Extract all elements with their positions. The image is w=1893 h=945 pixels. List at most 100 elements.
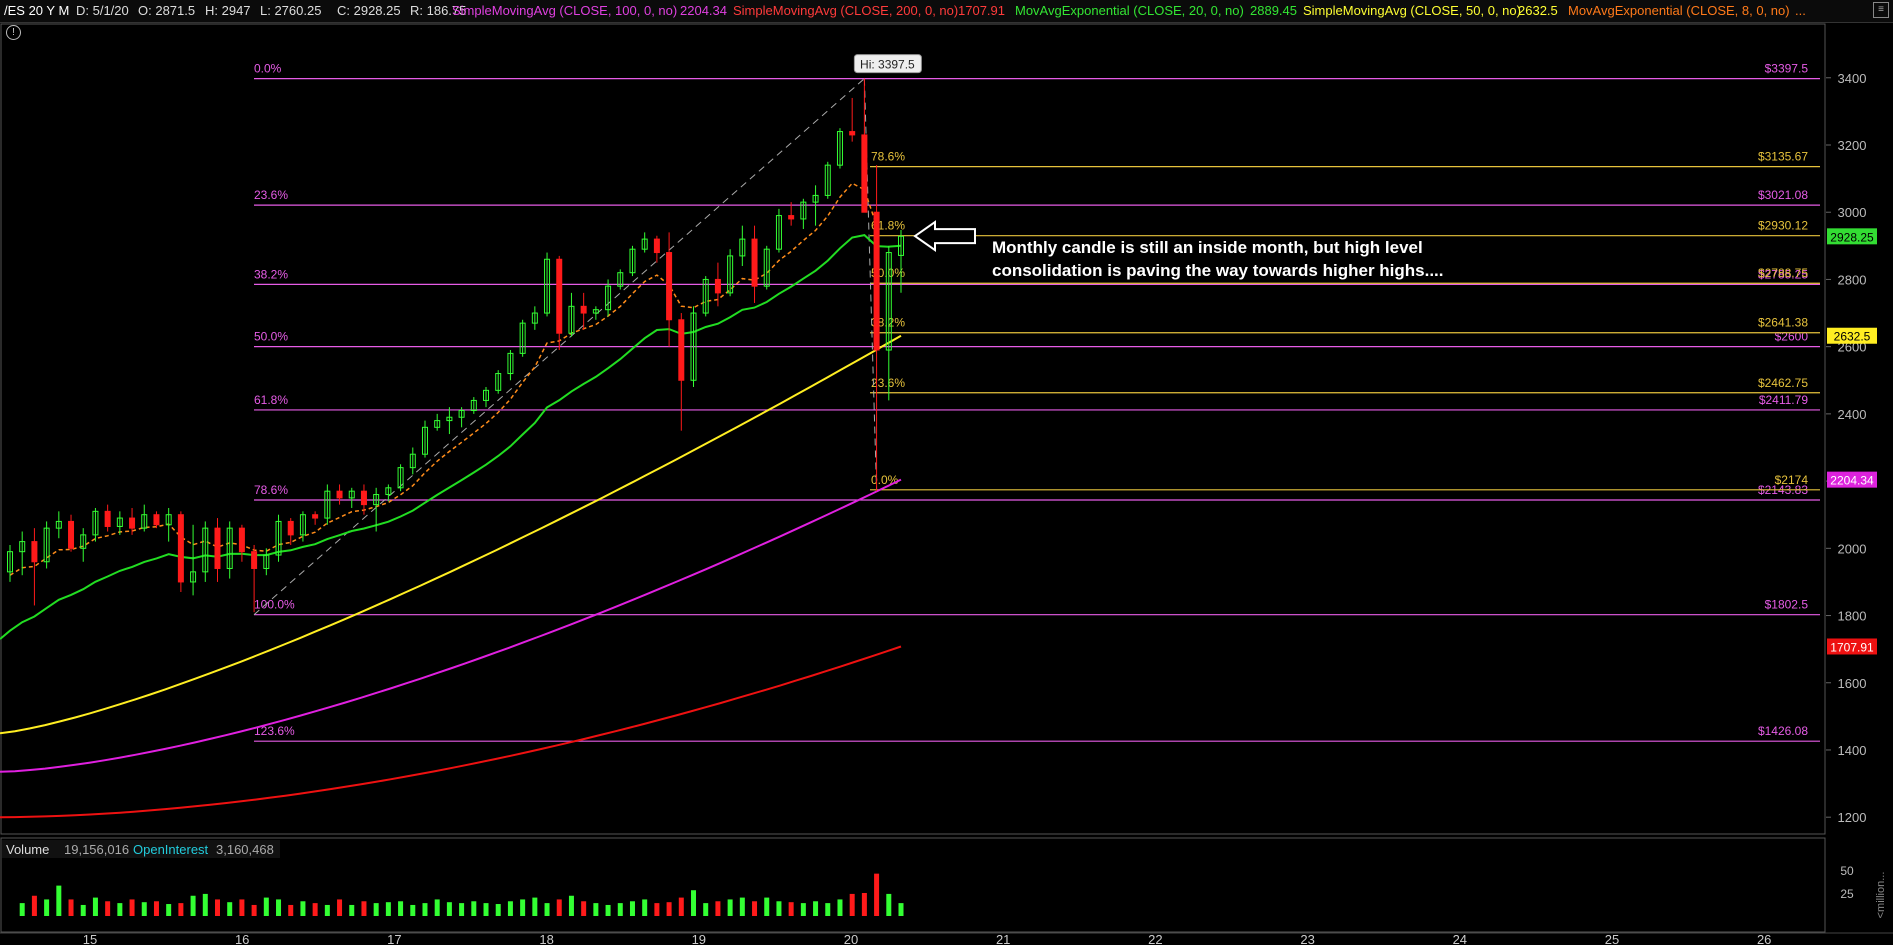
volume-bar [593,903,599,916]
fib-price-label: $1426.08 [1758,724,1808,738]
volume-bar [129,899,135,916]
candle-body [104,510,111,527]
price-tag-label: 1707.91 [1830,640,1874,654]
y-tick-label: 2400 [1838,407,1867,422]
volume-axis-label: <million... [1875,872,1887,919]
volume-bar [153,901,159,916]
x-tick-label: 15 [83,932,97,945]
volume-bar [654,903,660,916]
volume-value: 19,156,016 [64,842,129,857]
annotation-line-2: consolidation is paving the way towards … [992,261,1444,280]
fib-price-label: $2600 [1775,330,1809,344]
y-tick-label: 3000 [1838,205,1867,220]
fib-price-label: $2930.12 [1758,219,1808,233]
candle-body [714,278,721,294]
volume-bar [886,893,892,916]
price-tag-label: 2632.5 [1834,330,1871,344]
volume-bar [68,899,74,916]
y-tick-label: 3200 [1838,138,1867,153]
volume-bar [715,901,721,916]
fib-price-label: $3135.67 [1758,150,1808,164]
x-tick-label: 21 [996,932,1010,945]
volume-bar [92,897,98,916]
high-label: Hi: 3397.5 [860,58,915,72]
volume-bar [56,885,62,916]
volume-bar [849,893,855,916]
volume-bar [117,903,123,916]
fib-pct-label: 61.8% [254,393,288,407]
fib-price-label: $3021.08 [1758,188,1808,202]
y-tick-label: 1400 [1838,743,1867,758]
volume-bar [800,903,806,916]
fib-price-label: $2788.75 [1758,266,1808,280]
candle-body [861,134,868,213]
fib-pct-label: 38.2% [254,267,288,281]
y-tick-label: 1600 [1838,676,1867,691]
price-chart[interactable]: 1200140016001800200022002400260028003000… [0,0,1893,945]
volume-bar [788,902,794,916]
volume-bar [239,899,245,916]
volume-bar [752,901,758,916]
x-tick-label: 24 [1453,932,1467,945]
volume-bar [422,903,428,916]
volume-bar [410,904,416,916]
open-interest-label: OpenInterest [133,842,209,857]
volume-bar [202,893,208,916]
volume-bar [263,897,269,916]
candle-body [873,211,880,351]
candle-body [177,514,184,583]
volume-bar [495,904,501,916]
volume-bar [44,899,50,916]
candle-body [849,131,856,136]
volume-bar [629,901,635,916]
ema20-line [0,234,902,640]
fib-price-label: $3397.5 [1765,62,1809,76]
x-tick-label: 19 [692,932,706,945]
fib-pct-label: 23.6% [254,188,288,202]
fib-pct-label: 78.6% [871,150,905,164]
volume-y-tick: 25 [1840,887,1854,901]
x-tick-label: 20 [844,932,858,945]
price-tag-label: 2928.25 [1830,230,1874,244]
annotation-line-1: Monthly candle is still an inside month,… [992,238,1423,257]
sma50-line [0,334,902,735]
volume-bar [507,901,513,916]
candle-body [129,517,136,529]
candle-body [287,520,294,536]
fib-pct-label: 0.0% [254,62,282,76]
candle-body [214,527,221,569]
candle-body [556,258,563,334]
volume-bar [178,903,184,916]
y-tick-label: 2800 [1838,272,1867,287]
fib-price-label: $2641.38 [1758,316,1808,330]
price-panel-frame [0,23,1826,835]
sma100-line [0,478,902,773]
volume-bar [813,901,819,916]
candle-body [653,238,660,254]
x-tick-label: 17 [387,932,401,945]
volume-bar [385,902,391,916]
fib-price-label: $2411.79 [1759,393,1808,407]
volume-bar [776,901,782,916]
volume-bar [739,897,745,916]
volume-bar [105,901,111,916]
volume-bar [276,899,282,916]
candle-body [31,541,38,563]
fib-pct-label: 78.6% [254,483,288,497]
volume-bar [483,903,489,916]
volume-label: Volume [6,842,49,857]
volume-bar [337,899,343,916]
volume-bar [300,901,306,916]
open-interest-value: 3,160,468 [216,842,274,857]
volume-bar [446,902,452,916]
volume-bar [898,903,904,916]
volume-bar [349,904,355,916]
candle-body [312,514,319,519]
volume-bar [80,904,86,916]
candle-body [580,305,587,314]
candle-body [360,490,367,506]
volume-bar [227,902,233,916]
volume-bar [324,904,330,916]
volume-bar [605,904,611,916]
candle-body [678,319,685,381]
